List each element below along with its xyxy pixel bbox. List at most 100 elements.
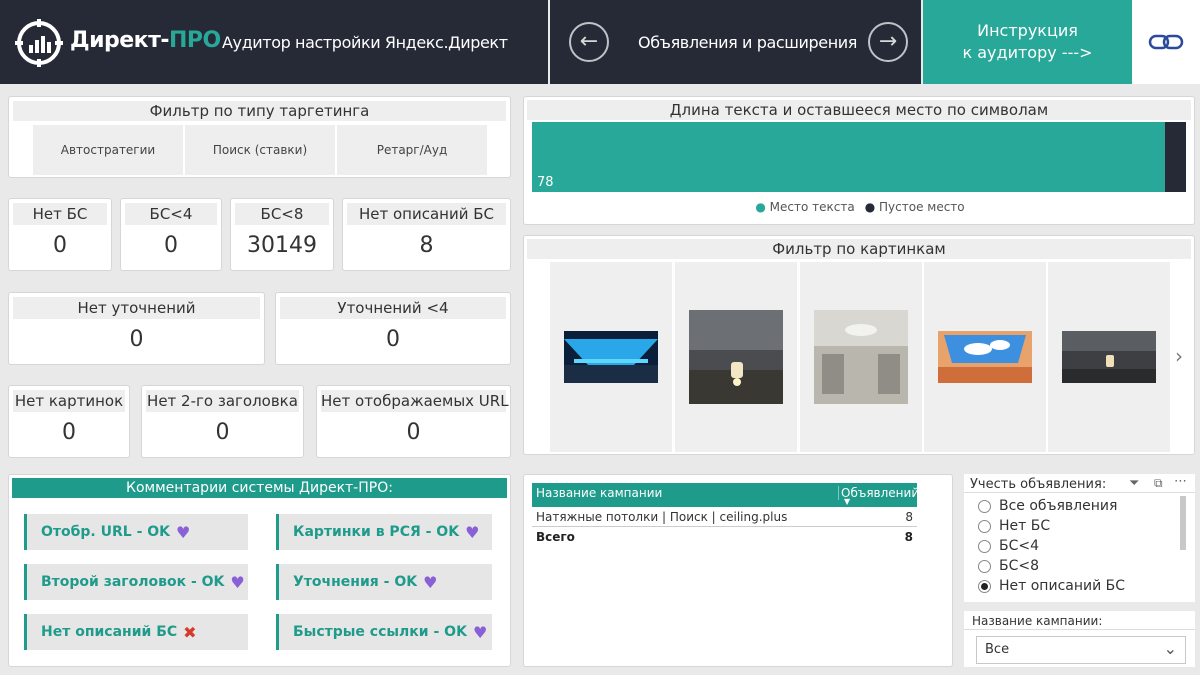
link-button[interactable]: [1132, 0, 1200, 84]
ceiling-image: [1062, 331, 1156, 383]
text-length-bar-chart: 78: [532, 122, 1186, 192]
kpi-value: 30149: [247, 233, 317, 258]
ad-slicer-options: Все объявления Нет БС БС<4 БС<8 Нет опис…: [978, 496, 1125, 596]
comment-item: Второй заголовок - OK ♥: [24, 564, 248, 600]
campaign-slicer-title: Название кампании:: [972, 614, 1103, 628]
kpi-card: Нет уточнений 0: [8, 292, 265, 365]
kpi-value: 0: [164, 233, 178, 258]
kpi-card: БС<8 30149: [230, 198, 334, 271]
targeting-filter-card: Фильтр по типу таргетинга Автостратегии …: [8, 96, 511, 178]
radio-option[interactable]: Нет БС: [978, 516, 1125, 536]
scrollbar[interactable]: [1180, 496, 1186, 550]
nav-page-label: Объявления и расширения: [638, 33, 858, 52]
kpi-value: 0: [62, 420, 76, 445]
table-row[interactable]: Натяжные потолки | Поиск | ceiling.plus …: [532, 509, 917, 527]
text-length-chart-card: Длина текста и оставшееся место по симво…: [523, 96, 1195, 225]
instruction-line1: Инструкция: [977, 21, 1078, 40]
image-filter-title: Фильтр по картинкам: [527, 239, 1191, 259]
text-length-chart-title: Длина текста и оставшееся место по симво…: [527, 100, 1191, 120]
image-thumbnail[interactable]: [800, 262, 922, 452]
kpi-value: 0: [53, 233, 67, 258]
chart-legend: ● Место текста ● Пустое место: [524, 200, 1196, 214]
ad-slicer: Учесть объявления: ⏷ ⧉ ⋯ Все объявления …: [964, 474, 1195, 602]
comments-title: Комментарии системы Директ-ПРО:: [12, 478, 507, 498]
ceiling-image: [814, 310, 908, 404]
cross-icon: ✖: [183, 622, 197, 642]
radio-option[interactable]: БС<8: [978, 556, 1125, 576]
kpi-value: 0: [129, 327, 144, 352]
bar-data-label: 78: [537, 175, 554, 190]
comments-card: Комментарии системы Директ-ПРО: Отобр. U…: [8, 474, 511, 667]
comment-item: Уточнения - OK ♥: [276, 564, 492, 600]
heart-icon: ♥: [230, 572, 245, 592]
kpi-card: Нет картинок 0: [8, 385, 130, 458]
kpi-card: Нет описаний БС 8: [342, 198, 511, 271]
kpi-card: Нет отображаемых URL 0: [316, 385, 511, 458]
comment-item: Быстрые ссылки - OK ♥: [276, 614, 492, 650]
bar-segment-0[interactable]: [532, 122, 1165, 192]
image-thumbnail[interactable]: [1048, 262, 1170, 452]
filter-option-retarget[interactable]: Ретарг/Ауд: [337, 125, 487, 175]
kpi-value: 0: [386, 327, 400, 352]
kpi-card: БС<4 0: [120, 198, 222, 271]
ceiling-image: [689, 310, 783, 404]
more-options-icon[interactable]: ⋯: [1174, 474, 1187, 489]
table-total-row: Всего 8: [532, 529, 917, 547]
kpi-label: БС<4: [125, 203, 217, 225]
kpi-label: Нет 2-го заголовка: [146, 390, 299, 412]
targeting-filter-title: Фильтр по типу таргетинга: [13, 101, 506, 121]
kpi-card: Уточнений <4 0: [275, 292, 511, 365]
legend-item-text[interactable]: ● Место текста: [755, 200, 854, 214]
campaign-dropdown[interactable]: Все ⌄: [976, 636, 1186, 664]
campaign-dropdown-value: Все: [985, 642, 1010, 657]
radio-selected-icon: [978, 579, 991, 593]
kpi-label: Нет картинок: [13, 390, 125, 412]
legend-dot-icon: ●: [864, 200, 876, 214]
radio-icon: [978, 499, 991, 513]
kpi-value: 8: [419, 233, 434, 258]
expand-icon[interactable]: ⧉: [1154, 476, 1163, 491]
kpi-label: БС<8: [235, 203, 329, 225]
kpi-label: Нет БС: [13, 203, 107, 225]
heart-icon: ♥: [423, 572, 438, 592]
image-thumbnail[interactable]: [550, 262, 672, 452]
radio-icon: [978, 559, 991, 573]
instruction-button[interactable]: Инструкция к аудитору --->: [923, 0, 1132, 84]
ad-slicer-title: Учесть объявления:: [970, 477, 1107, 492]
filter-icon[interactable]: ⏷: [1129, 476, 1139, 491]
filter-option-autostrategy[interactable]: Автостратегии: [33, 125, 183, 175]
kpi-value: 0: [215, 420, 230, 445]
link-icon: [1148, 34, 1184, 50]
app-subtitle: Аудитор настройки Яндекс.Директ: [222, 33, 508, 52]
radio-option-selected[interactable]: Нет описаний БС: [978, 576, 1125, 596]
legend-item-empty[interactable]: ● Пустое место: [865, 200, 965, 214]
sort-desc-icon: ▼: [844, 497, 851, 506]
ceiling-image: [938, 331, 1032, 383]
image-thumbnail[interactable]: [675, 262, 797, 452]
kpi-value: 0: [406, 420, 421, 445]
radio-option[interactable]: Все объявления: [978, 496, 1125, 516]
brand-title: Директ-ПРО: [70, 28, 221, 53]
table-cell-count: 8: [905, 510, 913, 524]
radio-icon: [978, 519, 991, 533]
chevron-right-icon[interactable]: ›: [1175, 344, 1183, 368]
filter-option-search[interactable]: Поиск (ставки): [185, 125, 335, 175]
image-thumbnail[interactable]: [924, 262, 1046, 452]
image-filter-card: Фильтр по картинкам ›: [523, 235, 1195, 455]
arrow-left-icon[interactable]: ←: [569, 22, 609, 62]
table-total-value: 8: [904, 530, 913, 544]
kpi-label: Нет описаний БС: [347, 203, 506, 225]
kpi-label: Уточнений <4: [280, 297, 506, 319]
heart-icon: ♥: [465, 522, 480, 542]
bar-segment-1[interactable]: [1164, 122, 1186, 192]
campaign-slicer: Название кампании: Все ⌄: [964, 611, 1195, 667]
kpi-card: Нет 2-го заголовка 0: [141, 385, 304, 458]
arrow-right-icon[interactable]: →: [868, 22, 908, 62]
table-header: Название кампании Объявлений ▼: [532, 483, 919, 507]
heart-icon: ♥: [472, 622, 488, 642]
table-header-campaign[interactable]: Название кампании: [536, 486, 662, 500]
radio-option[interactable]: БС<4: [978, 536, 1125, 556]
comment-item: Картинки в РСЯ - OK ♥: [276, 514, 492, 550]
kpi-card: Нет БС 0: [8, 198, 112, 271]
heart-icon: ♥: [176, 522, 191, 542]
